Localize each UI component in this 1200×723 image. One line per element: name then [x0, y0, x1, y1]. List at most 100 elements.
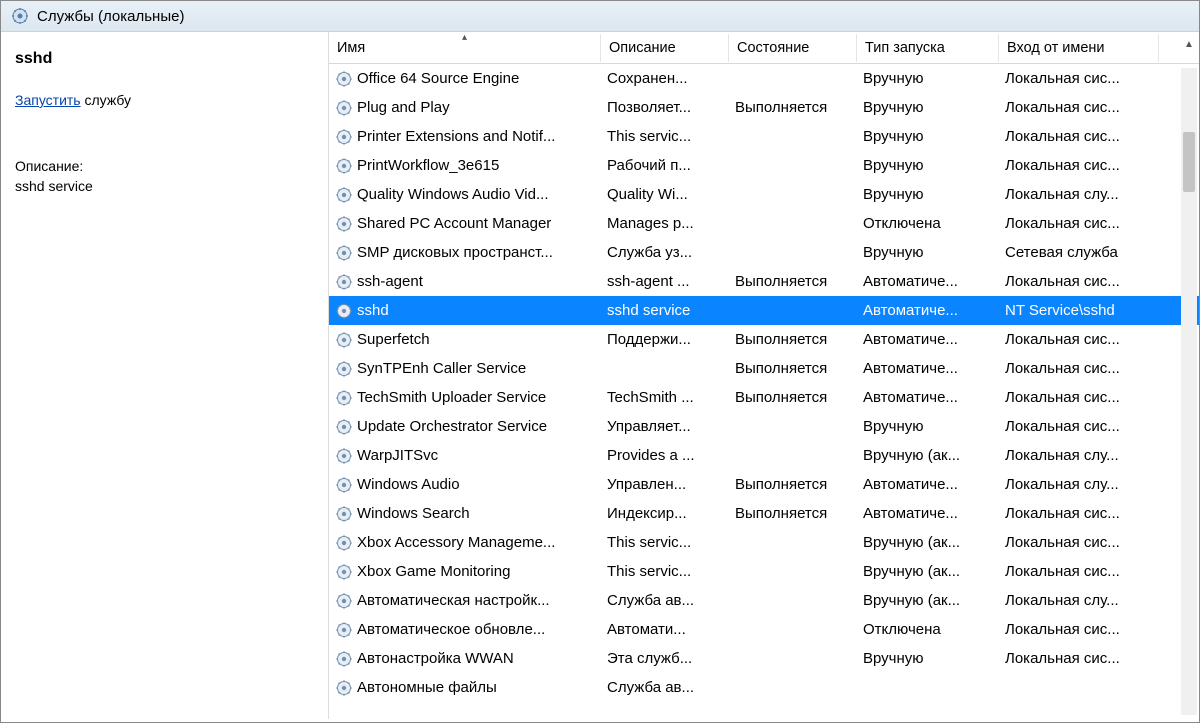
service-logon-cell: Локальная слу... — [999, 592, 1159, 609]
service-desc-cell: Автомати... — [601, 621, 729, 638]
scrollbar-thumb[interactable] — [1183, 132, 1195, 192]
service-row[interactable]: SynTPEnh Caller ServiceВыполняетсяАвтома… — [329, 354, 1199, 383]
scroll-up-button[interactable]: ▲ — [1181, 36, 1197, 52]
service-row[interactable]: Xbox Game Monitoring This servic... Вручну… — [329, 557, 1199, 586]
service-logon-cell: Локальная слу... — [999, 476, 1159, 493]
service-desc-cell: Поддержи... — [601, 331, 729, 348]
service-row[interactable]: Xbox Accessory Manageme...This servic...… — [329, 528, 1199, 557]
service-start-cell: Автоматиче... — [857, 360, 999, 377]
service-row[interactable]: Windows SearchИндексир...ВыполняетсяАвто… — [329, 499, 1199, 528]
service-name-cell: Xbox Game Monitoring — [357, 563, 510, 580]
service-desc-cell: sshd service — [601, 302, 729, 319]
service-row[interactable]: Автоматическая настройк... Служба ав... Вр… — [329, 586, 1199, 615]
service-name-cell: Windows Search — [357, 505, 470, 522]
column-header-logon[interactable]: Вход от имени — [999, 34, 1159, 62]
sort-indicator-icon: ▴ — [462, 34, 467, 43]
service-start-cell: Вручную — [857, 418, 999, 435]
service-name-cell: Quality Windows Audio Vid... — [357, 186, 548, 203]
service-row[interactable]: WarpJITSvcProvides a ...Вручную (ак...Ло… — [329, 441, 1199, 470]
service-desc-cell: Служба ав... — [601, 592, 729, 609]
titlebar-label: Службы (локальные) — [37, 8, 184, 25]
service-row[interactable]: Автоматическое обновле... Автомати... Откл… — [329, 615, 1199, 644]
service-row[interactable]: Printer Extensions and Notif...This serv… — [329, 122, 1199, 151]
service-state-cell: Выполняется — [729, 476, 857, 493]
titlebar: Службы (локальные) — [1, 1, 1199, 32]
service-desc-cell: ssh-agent ... — [601, 273, 729, 290]
service-start-cell: Автоматиче... — [857, 273, 999, 290]
service-name-cell: sshd — [357, 302, 389, 319]
service-desc-cell: Служба уз... — [601, 244, 729, 261]
service-row[interactable]: sshdsshd serviceАвтоматиче...NT Service\… — [329, 296, 1199, 325]
service-row[interactable]: SMP дисковых пространст... Служба уз... Вр… — [329, 238, 1199, 267]
service-logon-cell: Локальная слу... — [999, 447, 1159, 464]
service-name-cell: Update Orchestrator Service — [357, 418, 547, 435]
service-start-cell: Отключена — [857, 621, 999, 638]
service-start-cell: Автоматиче... — [857, 331, 999, 348]
service-logon-cell: Локальная слу... — [999, 186, 1159, 203]
service-start-cell: Автоматиче... — [857, 389, 999, 406]
service-row[interactable]: PrintWorkflow_3e615Рабочий п...ВручнуюЛо… — [329, 151, 1199, 180]
start-suffix: службу — [81, 92, 131, 108]
service-name-cell: Автонастройка WWAN — [357, 650, 514, 667]
column-header-startup[interactable]: Тип запуска — [857, 34, 999, 62]
service-logon-cell: Локальная сис... — [999, 650, 1159, 667]
service-row[interactable]: Plug and PlayПозволяет...ВыполняетсяВруч… — [329, 93, 1199, 122]
service-row[interactable]: Автонастройка WWANЭта служб...ВручнуюЛок… — [329, 644, 1199, 673]
service-state-cell: Выполняется — [729, 389, 857, 406]
service-row[interactable]: Shared PC Account ManagerManages p...Отк… — [329, 209, 1199, 238]
service-start-cell: Отключена — [857, 215, 999, 232]
service-logon-cell: Локальная сис... — [999, 331, 1159, 348]
service-name-cell: Windows Audio — [357, 476, 460, 493]
service-row[interactable]: SuperfetchПоддержи...ВыполняетсяАвтомати… — [329, 325, 1199, 354]
start-service-link[interactable]: Запустить — [15, 92, 81, 108]
service-start-cell: Вручную (ак... — [857, 592, 999, 609]
gear-icon — [335, 447, 353, 465]
gear-icon — [335, 389, 353, 407]
service-start-cell: Вручную — [857, 650, 999, 667]
service-start-cell: Вручную — [857, 128, 999, 145]
service-desc-cell: Сохранен... — [601, 70, 729, 87]
gear-icon — [335, 621, 353, 639]
service-name-cell: Office 64 Source Engine — [357, 70, 519, 87]
description-text: sshd service — [15, 178, 314, 194]
service-desc-cell: This servic... — [601, 563, 729, 580]
service-row[interactable]: Quality Windows Audio Vid...Quality Wi..… — [329, 180, 1199, 209]
service-logon-cell: Локальная сис... — [999, 157, 1159, 174]
service-logon-cell: Локальная сис... — [999, 70, 1159, 87]
service-start-cell: Вручную — [857, 99, 999, 116]
service-logon-cell: Локальная сис... — [999, 99, 1159, 116]
service-desc-cell: Управляет... — [601, 418, 729, 435]
column-header-state-label: Состояние — [737, 40, 809, 56]
service-name-cell: SMP дисковых пространст... — [357, 244, 553, 261]
service-desc-cell: This servic... — [601, 128, 729, 145]
service-logon-cell: Сетевая служба — [999, 244, 1159, 261]
selected-service-name: sshd — [15, 50, 314, 68]
service-desc-cell: TechSmith ... — [601, 389, 729, 406]
service-name-cell: WarpJITSvc — [357, 447, 438, 464]
gear-icon — [335, 70, 353, 88]
service-name-cell: Автоматическое обновле... — [357, 621, 545, 638]
service-row[interactable]: Update Orchestrator Service Управляет... В… — [329, 412, 1199, 441]
gear-icon — [335, 360, 353, 378]
services-grid: ▲ ▴ Имя Описание Состояние Тип запуска В… — [329, 32, 1199, 719]
service-start-cell: Вручную — [857, 244, 999, 261]
column-header-name[interactable]: ▴ Имя — [329, 34, 601, 62]
service-desc-cell: Рабочий п... — [601, 157, 729, 174]
service-state-cell: Выполняется — [729, 273, 857, 290]
service-row[interactable]: ssh-agentssh-agent ...ВыполняетсяАвтомат… — [329, 267, 1199, 296]
service-start-cell: Вручную (ак... — [857, 563, 999, 580]
service-row[interactable]: Office 64 Source EngineСохранен...Вручну… — [329, 64, 1199, 93]
gear-icon — [335, 331, 353, 349]
service-logon-cell: Локальная сис... — [999, 273, 1159, 290]
column-header-description[interactable]: Описание — [601, 34, 729, 62]
service-row[interactable]: TechSmith Uploader ServiceTechSmith ...В… — [329, 383, 1199, 412]
gear-icon — [335, 99, 353, 117]
service-logon-cell: Локальная сис... — [999, 534, 1159, 551]
service-row[interactable]: Windows AudioУправлен...ВыполняетсяАвтом… — [329, 470, 1199, 499]
service-row[interactable]: Автономные файлыСлужба ав... — [329, 673, 1199, 702]
service-name-cell: Автоматическая настройк... — [357, 592, 550, 609]
service-name-cell: Plug and Play — [357, 99, 450, 116]
scrollbar-track[interactable] — [1181, 68, 1197, 715]
column-header-startup-label: Тип запуска — [865, 40, 945, 56]
column-header-state[interactable]: Состояние — [729, 34, 857, 62]
